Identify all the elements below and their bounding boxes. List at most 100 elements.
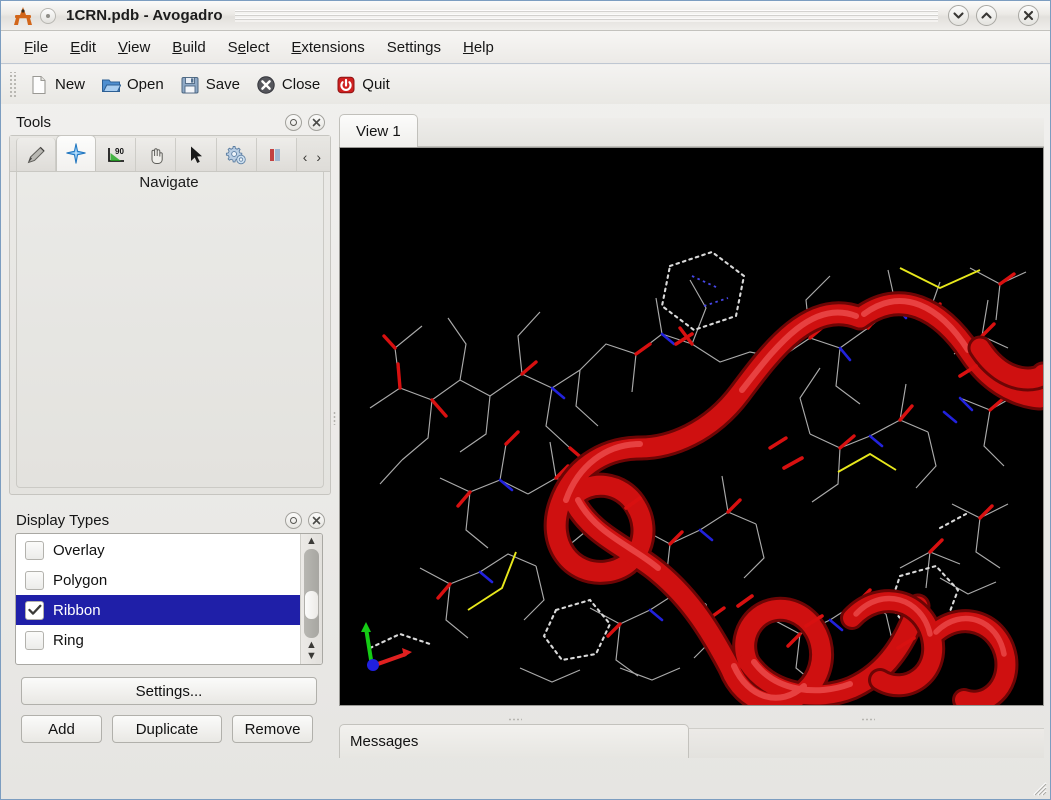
- avogadro-icon: [10, 5, 36, 27]
- messages-tab-filler: [689, 728, 1044, 758]
- view-area: View 1: [339, 111, 1044, 711]
- tab-messages[interactable]: Messages: [339, 724, 689, 758]
- remove-button[interactable]: Remove: [232, 715, 313, 743]
- list-item-label: Ribbon: [53, 602, 101, 619]
- duplicate-button[interactable]: Duplicate: [112, 715, 222, 743]
- tool-tab-nav: ‹ ›: [297, 149, 330, 171]
- measure-angle-icon: 90: [105, 144, 127, 166]
- polygon-checkbox[interactable]: [25, 571, 44, 590]
- menu-file[interactable]: File: [13, 36, 59, 59]
- maximize-button[interactable]: [976, 5, 997, 26]
- minimize-button[interactable]: [948, 5, 969, 26]
- hand-icon: [145, 144, 167, 166]
- ring-checkbox[interactable]: [25, 631, 44, 650]
- add-button[interactable]: Add: [21, 715, 102, 743]
- toolbar-drag-handle[interactable]: [8, 72, 16, 98]
- menu-build[interactable]: Build: [161, 36, 216, 59]
- quit-button-label: Quit: [362, 76, 390, 93]
- autoopt-tool-tab[interactable]: [217, 138, 257, 171]
- opengl-canvas[interactable]: [340, 148, 1043, 705]
- view-tab-strip: View 1: [339, 111, 1044, 147]
- arrow-pointer-icon: [185, 144, 207, 166]
- list-item-label: Overlay: [53, 542, 105, 559]
- menu-view-rest: iew: [128, 39, 151, 56]
- tools-panel-header: Tools: [9, 109, 331, 135]
- tools-float-icon[interactable]: [285, 114, 302, 131]
- save-button-label: Save: [206, 76, 240, 93]
- menu-edit[interactable]: Edit: [59, 36, 107, 59]
- tools-panel-title: Tools: [16, 114, 285, 131]
- draw-tool-tab[interactable]: [16, 138, 56, 171]
- messages-dock: Messages: [339, 715, 1044, 759]
- display-types-scrollbar[interactable]: ▲ ▲ ▼: [300, 534, 322, 664]
- display-types-rows: Overlay Polygon Ribbon Ring: [16, 534, 300, 664]
- list-item[interactable]: Overlay: [16, 535, 300, 565]
- scroll-down-icon[interactable]: ▼: [306, 651, 317, 662]
- list-item[interactable]: Polygon: [16, 565, 300, 595]
- partial-tool-icon: [268, 144, 284, 166]
- menu-select[interactable]: Select: [217, 36, 281, 59]
- window-title: 1CRN.pdb - Avogadro: [66, 7, 223, 24]
- tools-panel-body: 90: [9, 135, 331, 495]
- open-button[interactable]: Open: [93, 73, 172, 97]
- display-close-icon[interactable]: [308, 512, 325, 529]
- display-float-icon[interactable]: [285, 512, 302, 529]
- settings-button[interactable]: Settings...: [21, 677, 317, 705]
- display-types-panel: Display Types Overlay Polygon: [9, 507, 331, 759]
- navigate-tool-tab[interactable]: [56, 135, 96, 171]
- new-button[interactable]: New: [21, 73, 93, 97]
- active-tool-label: Navigate: [18, 174, 320, 191]
- tool-tab-strip: 90: [10, 136, 330, 172]
- menu-help[interactable]: Help: [452, 36, 505, 59]
- new-document-icon: [29, 75, 49, 95]
- overlay-checkbox[interactable]: [25, 541, 44, 560]
- messages-dock-handle[interactable]: [339, 715, 1044, 724]
- list-item[interactable]: Ribbon: [16, 595, 300, 625]
- molecule-viewport[interactable]: [339, 147, 1044, 706]
- scroll-up-icon[interactable]: ▲: [306, 536, 317, 547]
- menu-help-rest: elp: [474, 39, 494, 56]
- extra-tool-tab[interactable]: [257, 138, 297, 171]
- scroll-down-icons[interactable]: ▲ ▼: [306, 640, 317, 662]
- list-item[interactable]: Ring: [16, 625, 300, 655]
- gears-icon: [225, 144, 247, 166]
- manipulate-tool-tab[interactable]: [136, 138, 176, 171]
- list-item-label: Ring: [53, 632, 84, 649]
- close-doc-button[interactable]: Close: [248, 73, 328, 97]
- title-bar: 1CRN.pdb - Avogadro: [1, 1, 1050, 31]
- resize-grip[interactable]: [1031, 780, 1047, 796]
- open-button-label: Open: [127, 76, 164, 93]
- measure-tool-tab[interactable]: 90: [96, 138, 136, 171]
- ribbon-checkbox[interactable]: [25, 601, 44, 620]
- tools-close-icon[interactable]: [308, 114, 325, 131]
- quit-power-icon: [336, 75, 356, 95]
- close-button[interactable]: [1018, 5, 1039, 26]
- window-menu-dot[interactable]: [40, 8, 56, 24]
- menu-edit-rest: dit: [80, 39, 96, 56]
- list-item-label: Polygon: [53, 572, 107, 589]
- save-button[interactable]: Save: [172, 73, 248, 97]
- navigate-star-icon: [64, 142, 88, 166]
- messages-tab-strip: Messages: [339, 724, 1044, 758]
- menu-settings[interactable]: Settings: [376, 36, 452, 59]
- new-button-label: New: [55, 76, 85, 93]
- scrollbar-thumb[interactable]: [304, 590, 319, 620]
- left-dock: Tools: [9, 109, 331, 759]
- display-panel-header: Display Types: [9, 507, 331, 533]
- quit-button[interactable]: Quit: [328, 73, 398, 97]
- close-circle-icon: [256, 75, 276, 95]
- title-bar-grip: [235, 10, 938, 22]
- menu-bar: File Edit View Build Select Extensions S…: [1, 31, 1050, 64]
- menu-extensions-rest: xtensions: [301, 39, 364, 56]
- tab-view-1[interactable]: View 1: [339, 114, 418, 147]
- scrollbar-trough[interactable]: [304, 549, 319, 638]
- dock-splitter[interactable]: [331, 116, 339, 716]
- menu-file-rest: ile: [33, 39, 48, 56]
- menu-view[interactable]: View: [107, 36, 161, 59]
- select-tool-tab[interactable]: [176, 138, 216, 171]
- display-types-list[interactable]: Overlay Polygon Ribbon Ring: [15, 533, 323, 665]
- tool-tab-prev-icon[interactable]: ‹: [303, 149, 308, 165]
- tool-tab-next-icon[interactable]: ›: [316, 149, 321, 165]
- menu-extensions[interactable]: Extensions: [280, 36, 375, 59]
- pencil-icon: [25, 144, 47, 166]
